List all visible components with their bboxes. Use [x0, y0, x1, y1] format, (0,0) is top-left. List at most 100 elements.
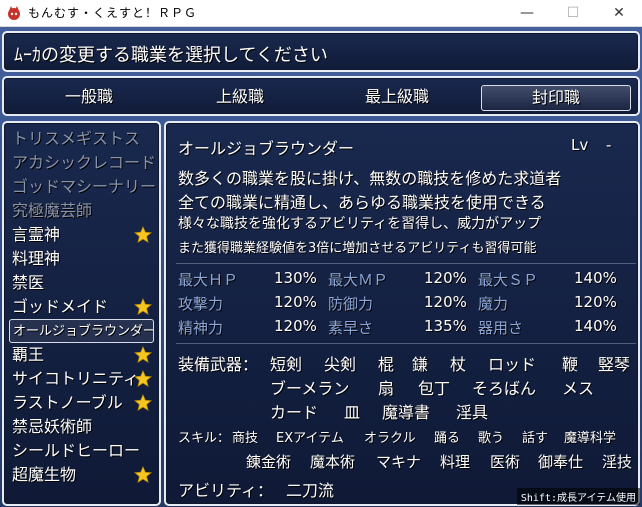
- stat-label: 最大ＭＰ: [328, 271, 389, 289]
- job-list-item[interactable]: 禁忌妖術師: [12, 415, 159, 439]
- stat-value: 120%: [424, 269, 467, 287]
- job-name: オールジョブラウンダー: [178, 139, 355, 158]
- stat-value: 140%: [574, 317, 617, 335]
- stat-value: 140%: [574, 269, 617, 287]
- job-list-item[interactable]: ゴッドメイド: [12, 295, 159, 319]
- stat-label: 精神力: [178, 319, 224, 337]
- weapon-item: 包丁: [418, 379, 451, 398]
- stat-value: 120%: [274, 293, 317, 311]
- skill-item: 魔本術: [310, 453, 356, 471]
- skill-item: 商技: [232, 431, 259, 446]
- stat-value: 120%: [574, 293, 617, 311]
- description-line: また獲得職業経験値を3倍に増加させるアビリティも習得可能: [178, 241, 537, 256]
- star-icon: [134, 298, 152, 315]
- job-list-item[interactable]: 覇王: [12, 343, 159, 367]
- weapon-item: 扇: [378, 379, 395, 398]
- weapon-item: ロッド: [488, 355, 537, 374]
- weapon-item: 尖剣: [324, 355, 357, 374]
- weapon-item: メス: [562, 379, 595, 398]
- help-window: ﾑｰｶの変更する職業を選択してください: [2, 31, 640, 72]
- job-list-item[interactable]: 言霊神: [12, 223, 159, 247]
- star-icon: [134, 466, 152, 483]
- weapon-item: 竪琴: [598, 355, 631, 374]
- maximize-button[interactable]: ☐: [550, 0, 596, 26]
- minimize-button[interactable]: —: [504, 0, 550, 26]
- close-button[interactable]: ✕: [596, 0, 642, 26]
- star-icon: [134, 394, 152, 411]
- window-title: もんむす・くえすと！ＲＰＧ: [28, 6, 198, 20]
- ability-value: 二刀流: [286, 481, 335, 500]
- tab-top-jobs[interactable]: 最上級職: [322, 85, 472, 109]
- weapon-item: 鎌: [412, 355, 429, 374]
- divider: [176, 343, 636, 344]
- weapon-item: ブーメラン: [270, 379, 350, 398]
- skill-item: 医術: [490, 453, 521, 471]
- tab-advanced-jobs[interactable]: 上級職: [170, 85, 310, 109]
- stat-label: 最大ＳＰ: [478, 271, 539, 289]
- description-line: 様々な職技を強化するアビリティを習得し、威力がアップ: [178, 216, 542, 232]
- skill-item: 魔導科学: [564, 431, 617, 446]
- ability-label: アビリティ：: [178, 481, 274, 500]
- job-detail-window: オールジョブラウンダー Lv - 数多くの職業を股に掛け、無数の職技を修めた求道…: [164, 121, 640, 506]
- job-list-item-selected[interactable]: オールジョブラウンダー: [9, 319, 154, 343]
- skill-item: EXアイテム: [276, 431, 344, 446]
- skill-item: 錬金術: [246, 453, 292, 471]
- stat-value: 120%: [424, 293, 467, 311]
- skill-item: オラクル: [364, 431, 416, 446]
- stat-label: 防御力: [328, 295, 374, 313]
- help-text: ﾑｰｶの変更する職業を選択してください: [14, 45, 328, 66]
- tab-sealed-jobs[interactable]: 封印職: [481, 85, 631, 111]
- stat-label: 器用さ: [478, 319, 524, 337]
- skill-item: 歌う: [478, 431, 505, 446]
- star-icon: [134, 370, 152, 387]
- skill-item: マキナ: [376, 453, 422, 471]
- job-list-item[interactable]: 禁医: [12, 271, 159, 295]
- stat-label: 魔力: [478, 295, 509, 313]
- level-value: -: [606, 136, 612, 154]
- weapon-item: 棍: [378, 355, 395, 374]
- weapon-item: 魔導書: [382, 403, 431, 422]
- stat-value: 135%: [424, 317, 467, 335]
- skill-item: 踊る: [434, 431, 461, 446]
- window-titlebar: もんむす・くえすと！ＲＰＧ — ☐ ✕: [0, 0, 642, 27]
- game-screen: ﾑｰｶの変更する職業を選択してください 一般職 上級職 最上級職 封印職 トリス…: [0, 27, 642, 507]
- app-icon: [8, 6, 20, 20]
- job-list-item[interactable]: トリスメギストス: [12, 127, 159, 151]
- skills-label: スキル：: [178, 431, 231, 446]
- level-label: Lv: [571, 136, 589, 154]
- job-list-item[interactable]: ラストノーブル: [12, 391, 159, 415]
- job-list-item[interactable]: 超魔生物: [12, 463, 159, 487]
- job-category-tabs: 一般職 上級職 最上級職 封印職: [2, 76, 640, 116]
- description-line: 数多くの職業を股に掛け、無数の職技を修めた求道者: [178, 169, 562, 188]
- star-icon: [134, 226, 152, 243]
- stat-value: 120%: [274, 317, 317, 335]
- weapon-item: 皿: [344, 403, 361, 422]
- weapon-item: 淫具: [456, 403, 489, 422]
- job-list-item[interactable]: ゴッドマシーナリー: [12, 175, 159, 199]
- job-list-item[interactable]: 究極魔芸師: [12, 199, 159, 223]
- weapon-item: カード: [270, 403, 319, 422]
- weapon-item: 杖: [450, 355, 467, 374]
- skill-item: 料理: [440, 453, 471, 471]
- stat-label: 攻撃力: [178, 295, 224, 313]
- star-icon: [134, 346, 152, 363]
- skill-item: 御奉仕: [538, 453, 584, 471]
- description-line: 全ての職業に精通し、あらゆる職業技を使用できる: [178, 193, 546, 212]
- skill-item: 話す: [522, 431, 549, 446]
- skill-item: 淫技: [602, 453, 633, 471]
- tab-general-jobs[interactable]: 一般職: [19, 85, 159, 109]
- shift-hint: Shift:成長アイテム使用: [516, 488, 640, 505]
- stat-value: 130%: [274, 269, 317, 287]
- divider: [176, 263, 636, 264]
- job-list-item[interactable]: シールドヒーロー: [12, 439, 159, 463]
- job-list-item[interactable]: 料理神: [12, 247, 159, 271]
- weapons-label: 装備武器：: [178, 355, 259, 374]
- weapon-item: そろばん: [472, 379, 537, 398]
- stat-label: 最大ＨＰ: [178, 271, 239, 289]
- weapon-item: 短剣: [270, 355, 303, 374]
- job-list-window: トリスメギストス アカシックレコード ゴッドマシーナリー 究極魔芸師 言霊神 料…: [2, 121, 161, 506]
- job-list-item[interactable]: サイコトリニティ: [12, 367, 159, 391]
- job-list-item[interactable]: アカシックレコード: [12, 151, 159, 175]
- stat-label: 素早さ: [328, 319, 374, 337]
- weapon-item: 鞭: [562, 355, 579, 374]
